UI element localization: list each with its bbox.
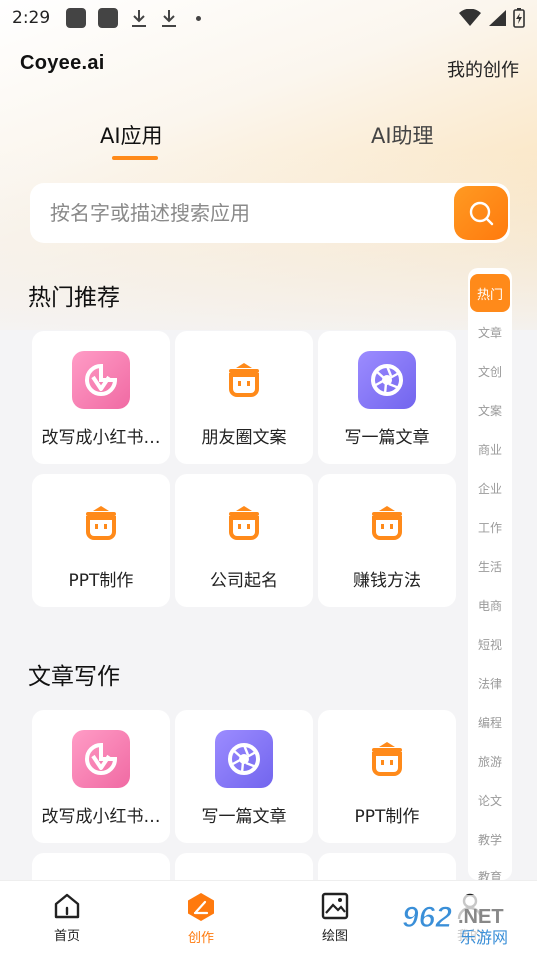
more-notifications-icon	[196, 15, 202, 21]
create-icon	[188, 893, 214, 921]
category-item[interactable]: 教学	[468, 831, 512, 848]
status-bar: 2:29	[0, 0, 537, 36]
nav-draw[interactable]: 绘图	[295, 891, 375, 944]
nav-label: 创作	[187, 931, 214, 946]
home-icon	[54, 893, 80, 919]
active-tab-indicator	[112, 156, 158, 160]
search-icon	[469, 201, 494, 226]
category-item[interactable]: 旅游	[468, 753, 512, 770]
section-title-hot: 热门推荐	[28, 285, 120, 311]
search-bar	[30, 183, 510, 243]
watermark-text-main: 962	[402, 901, 452, 934]
app-card-label: 赚钱方法	[353, 571, 421, 591]
category-item[interactable]: 短视	[468, 636, 512, 653]
robot-icon	[215, 351, 273, 409]
app-card-label: 改写成小红书…	[41, 807, 161, 827]
nav-label: 绘图	[321, 929, 348, 944]
app-card-label: 朋友圈文案	[201, 428, 287, 448]
section-title-article: 文章写作	[28, 664, 120, 690]
app-card-write-article[interactable]: 写一篇文章	[175, 710, 313, 843]
app-card-label: PPT制作	[68, 571, 134, 591]
category-item[interactable]: 文创	[468, 363, 512, 380]
background-fade	[0, 150, 537, 350]
tab-ai-apps[interactable]: AI应用	[100, 120, 163, 150]
app-card-label: 改写成小红书…	[41, 428, 161, 448]
search-button[interactable]	[454, 186, 508, 240]
status-time: 2:29	[12, 8, 51, 28]
app-card-ppt[interactable]: PPT制作	[318, 710, 456, 843]
robot-icon	[358, 730, 416, 788]
app-card-label: 公司起名	[210, 571, 278, 591]
app-card-label: PPT制作	[354, 807, 420, 827]
app-card-company-name[interactable]: 公司起名	[175, 474, 313, 607]
category-item[interactable]: 教育	[468, 868, 512, 880]
category-item[interactable]: 企业	[468, 480, 512, 497]
robot-icon	[72, 494, 130, 552]
notification-icon	[66, 8, 87, 28]
nav-label: 首页	[53, 929, 80, 944]
notification-icon	[98, 8, 119, 28]
app-card-write-article[interactable]: 写一篇文章	[318, 331, 456, 464]
app-logo: Coyee.ai	[20, 52, 105, 74]
my-works-link[interactable]: 我的创作	[447, 56, 519, 82]
wifi-icon	[459, 9, 481, 26]
download-icon	[130, 8, 148, 28]
app-card-xiaohongshu[interactable]: 改写成小红书…	[32, 331, 170, 464]
tab-ai-assistant[interactable]: AI助理	[371, 120, 434, 150]
category-item[interactable]: 文章	[468, 324, 512, 341]
app-card-label: 写一篇文章	[344, 428, 430, 448]
category-sidebar: 热门 文章 文创 文案 商业 企业 工作 生活 电商 短视 法律 编程 旅游 论…	[468, 268, 512, 880]
category-item[interactable]: 编程	[468, 714, 512, 731]
aperture-icon	[215, 730, 273, 788]
battery-icon	[513, 8, 525, 28]
category-item[interactable]: 法律	[468, 675, 512, 692]
category-item[interactable]: 生活	[468, 558, 512, 575]
watermark-text-suffix: .NET	[458, 906, 504, 928]
watermark-text-sub: 乐游网	[460, 928, 508, 947]
app-card-ppt[interactable]: PPT制作	[32, 474, 170, 607]
app-card-moments[interactable]: 朋友圈文案	[175, 331, 313, 464]
category-item[interactable]: 工作	[468, 519, 512, 536]
download-icon	[160, 8, 178, 28]
robot-icon	[215, 494, 273, 552]
app-card-make-money[interactable]: 赚钱方法	[318, 474, 456, 607]
signal-icon	[489, 10, 506, 26]
xiaohongshu-icon	[72, 730, 130, 788]
search-input[interactable]	[50, 201, 430, 225]
site-watermark: 962 .NET 乐游网	[398, 893, 530, 949]
category-item[interactable]: 文案	[468, 402, 512, 419]
nav-create[interactable]: 创作	[161, 891, 241, 946]
app-card-label: 写一篇文章	[201, 807, 287, 827]
category-item[interactable]: 商业	[468, 441, 512, 458]
xiaohongshu-icon	[72, 351, 130, 409]
robot-icon	[358, 494, 416, 552]
aperture-icon	[358, 351, 416, 409]
category-item-hot[interactable]: 热门	[470, 274, 510, 312]
category-item[interactable]: 电商	[468, 597, 512, 614]
image-icon	[321, 892, 349, 920]
app-card-xiaohongshu[interactable]: 改写成小红书…	[32, 710, 170, 843]
category-item[interactable]: 论文	[468, 792, 512, 809]
nav-home[interactable]: 首页	[27, 891, 107, 944]
